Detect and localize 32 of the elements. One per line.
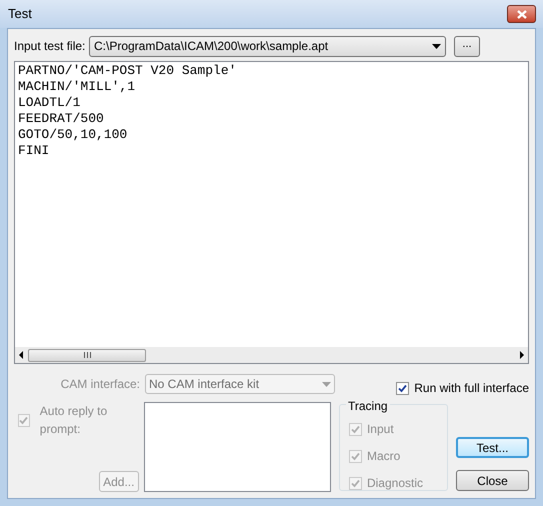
checkbox-label: Auto reply to prompt: xyxy=(40,403,108,438)
field-label: Input test file: xyxy=(14,38,84,55)
checkbox-label: Macro xyxy=(366,448,400,465)
checkbox-label: Input xyxy=(366,421,394,438)
horizontal-scrollbar[interactable] xyxy=(15,347,528,363)
combobox-value: C:\ProgramData\ICAM\200\work\sample.apt xyxy=(94,38,328,55)
browse-button[interactable]: ... xyxy=(454,36,480,56)
scrollbar-thumb[interactable] xyxy=(28,348,146,362)
reply-list[interactable] xyxy=(144,402,331,492)
file-combobox[interactable]: C:\ProgramData\ICAM\200\work\sample.apt xyxy=(89,36,446,56)
dialog-button[interactable]: Test... xyxy=(456,437,529,458)
code-line: MACHIN/'MILL',1 xyxy=(18,79,136,95)
caret-icon xyxy=(322,382,331,386)
checkbox-label: Run with full interface xyxy=(414,380,529,397)
right-arrow-icon[interactable] xyxy=(519,351,525,359)
field-label: CAM interface: xyxy=(60,376,140,393)
code-line: FINI xyxy=(18,143,50,159)
caret-icon xyxy=(432,44,441,48)
code-editor[interactable]: PARTNO/'CAM-POST V20 Sample' MACHIN/'MILL',1 LOADTL/1 FEEDRAT/500 GOTO/50,10,100 FINI xyxy=(14,61,529,364)
grip-icon xyxy=(84,352,90,358)
checkbox[interactable] xyxy=(396,382,410,394)
code-line: FEEDRAT/500 xyxy=(18,111,105,127)
window-title: Test xyxy=(8,5,32,24)
code-line: PARTNO/'CAM-POST V20 Sample' xyxy=(18,63,238,79)
code-line: LOADTL/1 xyxy=(18,95,82,111)
left-arrow-icon[interactable] xyxy=(18,351,24,359)
close-icon xyxy=(516,10,526,18)
close-button[interactable] xyxy=(507,5,536,23)
combobox-value: No CAM interface kit xyxy=(149,376,260,393)
code-line: GOTO/50,10,100 xyxy=(18,127,128,143)
checkbox-label: Diagnostic xyxy=(366,475,423,492)
dialog-button[interactable]: Close xyxy=(456,470,529,491)
